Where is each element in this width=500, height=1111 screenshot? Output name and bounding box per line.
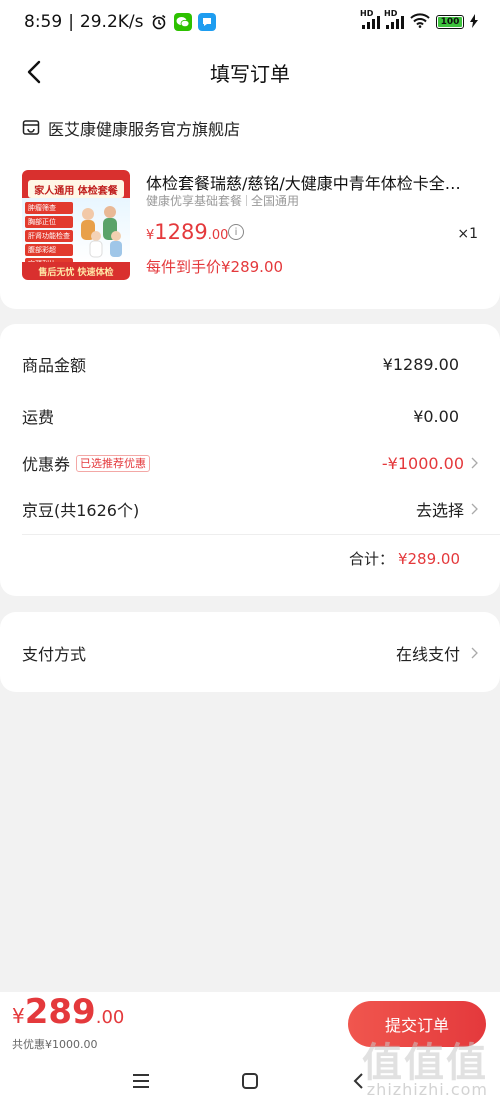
menu-nav-button[interactable] — [128, 1068, 154, 1094]
shipping-value: ¥0.00 — [413, 406, 459, 426]
alarm-icon — [150, 13, 168, 31]
price-info-icon[interactable]: i — [228, 224, 244, 240]
coupon-value-group: -¥1000.00 — [382, 454, 478, 473]
product-image-items: 肿瘤筛查 胸部正位 肝肾功能检查 腹部彩超 宫颈刮片 — [25, 202, 73, 270]
product-image-item: 肝肾功能检查 — [25, 230, 73, 242]
jingdou-label: 京豆(共1626个) — [22, 501, 140, 520]
goods-amount-label: 商品金额 — [22, 356, 87, 375]
battery-icon: 100 — [436, 15, 464, 29]
checkout-bar: ¥ 289 .00 共优惠¥1000.00 提交订单 值值值 zhizhizhi… — [0, 992, 500, 1111]
total-discount: 共优惠¥1000.00 — [12, 1038, 98, 1051]
battery-level: 100 — [438, 17, 462, 27]
unit-final-price: 每件到手价¥289.00 — [146, 258, 284, 276]
product-quantity: ×1 — [457, 226, 478, 242]
signal-hd-1-icon: HD — [360, 9, 380, 29]
price-integer: 1289 — [154, 220, 208, 244]
store-icon — [22, 120, 40, 135]
total-decimal: .00 — [95, 1007, 125, 1028]
coupon-value: -¥1000.00 — [381, 453, 464, 473]
product-image-item: 胸部正位 — [25, 216, 73, 228]
price-decimal: .00 — [207, 228, 229, 243]
page-title: 填写订单 — [210, 61, 290, 86]
network-speed: 29.2K/s — [79, 12, 144, 32]
chevron-left-icon — [27, 60, 41, 84]
total-integer: 289 — [24, 992, 96, 1032]
shipping-row: 运费 ¥0.00 — [22, 405, 478, 428]
home-nav-button[interactable] — [237, 1068, 263, 1094]
wifi-icon — [410, 13, 430, 31]
store-row[interactable]: 医艾康健康服务官方旗舰店 — [22, 116, 240, 140]
coupon-row[interactable]: 优惠券 已选推荐优惠 -¥1000.00 — [22, 452, 478, 474]
status-separator: | — [68, 12, 74, 32]
product-image[interactable]: 家人通用 体检套餐 肿瘤筛查 胸部正位 肝肾功能检查 腹部彩超 宫颈刮片 售后无… — [22, 170, 130, 280]
jingdou-value-group: 去选择 — [416, 497, 478, 521]
coupon-label: 优惠券 — [22, 455, 71, 474]
subtotal-label: 合计： — [348, 550, 394, 568]
payment-method-value: 在线支付 — [395, 645, 460, 664]
store-name: 医艾康健康服务官方旗舰店 — [48, 120, 241, 139]
family-photo-illustration — [81, 206, 122, 258]
subtotal-row: 合计： ¥289.00 — [349, 548, 460, 569]
jingdou-select: 去选择 — [415, 501, 464, 520]
total-currency: ¥ — [12, 1004, 25, 1028]
goods-amount-value: ¥1289.00 — [382, 354, 459, 374]
charging-icon — [470, 13, 478, 31]
goods-amount-row: 商品金额 ¥1289.00 — [22, 353, 478, 376]
summary-divider — [22, 534, 500, 535]
app-notification-icon — [197, 13, 216, 31]
product-tag-package: 健康优享基础套餐 — [146, 194, 243, 208]
product-tag-region: 全国通用 — [251, 194, 300, 208]
total-price: ¥ 289 .00 — [12, 992, 124, 1032]
payment-card: 支付方式 在线支付 — [0, 612, 500, 692]
payment-method-value-group: 在线支付 — [396, 641, 478, 665]
signal-hd-2-icon: HD — [384, 9, 404, 29]
product-image-item: 肿瘤筛查 — [25, 202, 73, 214]
home-square-icon — [242, 1073, 258, 1089]
page-header: 填写订单 — [0, 44, 500, 100]
shipping-label: 运费 — [22, 408, 55, 427]
chevron-right-icon — [471, 647, 478, 659]
jingdou-row[interactable]: 京豆(共1626个) 去选择 — [22, 498, 478, 520]
wechat-icon — [173, 13, 192, 31]
payment-method-label: 支付方式 — [22, 645, 87, 664]
tag-divider — [246, 195, 248, 206]
subtotal-value: ¥289.00 — [397, 549, 460, 568]
price-currency: ¥ — [146, 228, 155, 243]
product-image-footer: 售后无忧 快速体检 — [22, 262, 130, 280]
payment-method-row[interactable]: 支付方式 在线支付 — [22, 641, 478, 665]
menu-icon — [133, 1074, 149, 1088]
product-price: ¥ 1289 .00 — [146, 220, 228, 244]
back-button[interactable] — [16, 54, 52, 90]
product-image-title: 家人通用 体检套餐 — [28, 180, 124, 198]
status-time: 8:59 — [24, 12, 63, 32]
back-nav-button[interactable] — [345, 1068, 371, 1094]
back-triangle-icon — [353, 1073, 363, 1089]
chevron-right-icon — [471, 457, 478, 469]
chevron-right-icon — [471, 503, 478, 515]
status-right: HD HD 100 — [360, 9, 478, 31]
product-name[interactable]: 体检套餐瑞慈/慈铭/大健康中青年体检卡全面... — [146, 170, 476, 194]
submit-order-button[interactable]: 提交订单 — [348, 1001, 486, 1047]
product-tags: 健康优享基础套餐 全国通用 — [146, 192, 299, 209]
system-navigation-bar — [0, 1064, 500, 1100]
status-left: 8:59 | 29.2K/s — [24, 12, 216, 32]
product-image-item: 腹部彩超 — [25, 244, 73, 256]
status-bar: 8:59 | 29.2K/s HD HD 100 — [0, 0, 500, 44]
order-summary-card: 商品金额 ¥1289.00 运费 ¥0.00 优惠券 已选推荐优惠 -¥1000… — [0, 324, 500, 596]
coupon-recommend-badge: 已选推荐优惠 — [76, 454, 151, 472]
